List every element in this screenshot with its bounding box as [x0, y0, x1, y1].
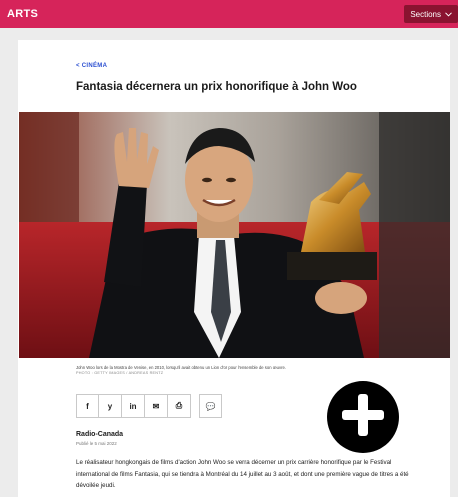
chevron-down-icon [445, 10, 452, 19]
email-icon: ✉ [152, 401, 160, 411]
sections-label: Sections [410, 9, 441, 19]
print-icon: ⎙ [175, 401, 183, 410]
comment-icon: 💬 [205, 401, 216, 411]
share-bar: f y in ✉ ⎙ 💬 [76, 394, 222, 420]
plus-icon [340, 392, 386, 443]
photo-caption: John Woo lors de la Mostra de Venise, en… [76, 365, 286, 370]
facebook-icon: f [86, 401, 89, 411]
article-title: Fantasia décernera un prix honorifique à… [76, 81, 357, 93]
linkedin-icon: in [129, 401, 137, 411]
article-body: Le réalisateur hongkongais de films d'ac… [76, 459, 409, 490]
comments-button[interactable]: 💬 [199, 394, 222, 418]
publish-date: Publié le 5 mai 2022 [76, 441, 117, 446]
section-title[interactable]: ARTS [7, 8, 38, 20]
article-photo[interactable] [19, 112, 450, 358]
photo-credit: PHOTO : GETTY IMAGES / ANDREAS RENTZ [76, 371, 164, 375]
twitter-share-button[interactable]: y [99, 394, 122, 418]
twitter-icon: y [107, 401, 113, 411]
linkedin-share-button[interactable]: in [122, 394, 145, 418]
article-author[interactable]: Radio-Canada [76, 431, 123, 438]
top-bar: ARTS Sections [0, 0, 458, 28]
print-button[interactable]: ⎙ [168, 394, 191, 418]
email-share-button[interactable]: ✉ [145, 394, 168, 418]
sections-menu-button[interactable]: Sections [404, 5, 458, 23]
breadcrumb-cinema-link[interactable]: < CINÉMA [76, 63, 107, 69]
plus-overlay-button[interactable] [327, 381, 399, 453]
facebook-share-button[interactable]: f [76, 394, 99, 418]
